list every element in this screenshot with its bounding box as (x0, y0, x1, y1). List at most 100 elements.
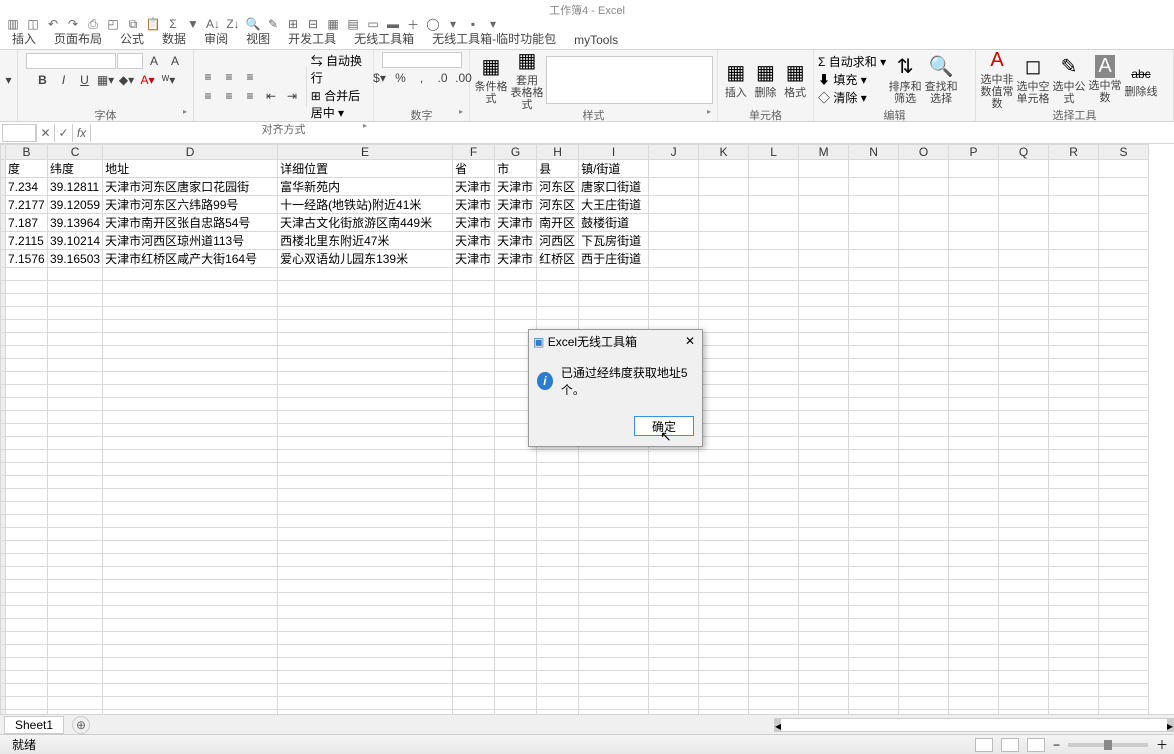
align-right-icon[interactable]: ≡ (240, 87, 260, 105)
data-cell[interactable]: 河东区 (537, 178, 579, 196)
find-select-button[interactable]: 🔍查找和选择 (924, 54, 958, 106)
col-header-O[interactable]: O (899, 145, 949, 160)
data-cell[interactable]: 南开区 (537, 214, 579, 232)
data-cell[interactable]: 爱心双语幼儿园东139米 (278, 250, 453, 268)
number-format-combo[interactable] (382, 52, 462, 68)
table-format-button[interactable]: ▦套用 表格格式 (510, 54, 544, 106)
col-header-M[interactable]: M (799, 145, 849, 160)
data-cell[interactable]: 天津古文化街旅游区南449米 (278, 214, 453, 232)
tab-pagelayout[interactable]: 页面布局 (46, 28, 110, 49)
font-color-button[interactable]: A▾ (138, 71, 158, 89)
tab-formulas[interactable]: 公式 (112, 28, 152, 49)
inc-decimal-icon[interactable]: .0 (433, 69, 453, 87)
phonetic-button[interactable]: ᵂ▾ (159, 71, 179, 89)
data-cell[interactable]: 7.234 (6, 178, 48, 196)
data-cell[interactable]: 39.16503 (48, 250, 103, 268)
data-cell[interactable]: 39.12811 (48, 178, 103, 196)
data-cell[interactable]: 7.187 (6, 214, 48, 232)
col-header-N[interactable]: N (849, 145, 899, 160)
sheet-tab-1[interactable]: Sheet1 (4, 716, 64, 734)
view-pagelayout-icon[interactable] (1001, 738, 1019, 752)
col-header-R[interactable]: R (1049, 145, 1099, 160)
format-cells-button[interactable]: ▦格式 (781, 54, 809, 106)
data-cell[interactable]: 西于庄街道 (579, 250, 649, 268)
align-left-icon[interactable]: ≡ (198, 87, 218, 105)
increase-font-icon[interactable]: A (144, 52, 164, 70)
zoom-out-button[interactable]: − (1053, 738, 1060, 752)
data-cell[interactable]: 红桥区 (537, 250, 579, 268)
data-cell[interactable]: 大王庄街道 (579, 196, 649, 214)
italic-button[interactable]: I (54, 71, 74, 89)
data-cell[interactable]: 西楼北里东附近47米 (278, 232, 453, 250)
sel-formula-button[interactable]: ✎选中公式 (1052, 54, 1086, 106)
header-cell[interactable]: 度 (6, 160, 48, 178)
align-center-icon[interactable]: ≡ (219, 87, 239, 105)
bold-button[interactable]: B (33, 71, 53, 89)
comma-icon[interactable]: , (412, 69, 432, 87)
sort-filter-button[interactable]: ⇅排序和筛选 (888, 54, 922, 106)
tab-view[interactable]: 视图 (238, 28, 278, 49)
header-cell[interactable]: 详细位置 (278, 160, 453, 178)
data-cell[interactable]: 7.2115 (6, 232, 48, 250)
col-header-S[interactable]: S (1099, 145, 1149, 160)
merge-center-button[interactable]: ⊞ 合并后居中 ▾ (311, 87, 369, 121)
indent-inc-icon[interactable]: ⇥ (282, 87, 302, 105)
fill-button[interactable]: ⬇ 填充 ▾ (818, 71, 886, 88)
font-family-combo[interactable] (26, 53, 116, 69)
data-cell[interactable]: 天津市 (495, 196, 537, 214)
zoom-slider[interactable] (1068, 743, 1148, 747)
name-box[interactable] (2, 124, 36, 142)
sel-const-button[interactable]: A选中常数 (1088, 54, 1122, 106)
col-header-B[interactable]: B (6, 145, 48, 160)
data-cell[interactable]: 7.2177 (6, 196, 48, 214)
header-cell[interactable]: 镇/街道 (579, 160, 649, 178)
header-cell[interactable]: 纬度 (48, 160, 103, 178)
data-cell[interactable]: 十一经路(地铁站)附近41米 (278, 196, 453, 214)
data-cell[interactable]: 7.1576 (6, 250, 48, 268)
tab-insert[interactable]: 插入 (4, 28, 44, 49)
enter-icon[interactable]: ✓ (54, 124, 72, 142)
data-cell[interactable]: 天津市 (453, 232, 495, 250)
underline-button[interactable]: U (75, 71, 95, 89)
header-cell[interactable]: 省 (453, 160, 495, 178)
col-header-H[interactable]: H (537, 145, 579, 160)
data-cell[interactable]: 天津市 (453, 196, 495, 214)
wrap-text-button[interactable]: ⇆ 自动换行 (311, 52, 369, 86)
indent-dec-icon[interactable]: ⇤ (261, 87, 281, 105)
sel-nonnum-button[interactable]: A选中非 数值常数 (980, 54, 1014, 106)
data-cell[interactable]: 天津市河东区唐家口花园街 (103, 178, 278, 196)
zoom-in-button[interactable]: ＋ (1156, 736, 1168, 753)
data-cell[interactable]: 富华新苑内 (278, 178, 453, 196)
add-sheet-button[interactable]: ⊕ (72, 716, 90, 734)
data-cell[interactable]: 鼓楼街道 (579, 214, 649, 232)
insert-cells-button[interactable]: ▦插入 (722, 54, 750, 106)
header-cell[interactable]: 地址 (103, 160, 278, 178)
sel-blank-button[interactable]: ◻选中空 单元格 (1016, 54, 1050, 106)
delete-cells-button[interactable]: ▦删除 (752, 54, 780, 106)
data-cell[interactable]: 河西区 (537, 232, 579, 250)
percent-icon[interactable]: % (391, 69, 411, 87)
header-cell[interactable]: 市 (495, 160, 537, 178)
data-cell[interactable]: 天津市河东区六纬路99号 (103, 196, 278, 214)
data-cell[interactable]: 天津市河西区琼州道113号 (103, 232, 278, 250)
data-cell[interactable]: 39.13964 (48, 214, 103, 232)
currency-icon[interactable]: $▾ (370, 69, 390, 87)
autosum-button[interactable]: Σ 自动求和 ▾ (818, 53, 886, 70)
data-cell[interactable]: 天津市 (495, 214, 537, 232)
data-cell[interactable]: 39.10214 (48, 232, 103, 250)
tab-devtools[interactable]: 开发工具 (280, 28, 344, 49)
col-header-F[interactable]: F (453, 145, 495, 160)
tab-mytools[interactable]: myTools (566, 31, 626, 49)
data-cell[interactable]: 下瓦房街道 (579, 232, 649, 250)
col-header-D[interactable]: D (103, 145, 278, 160)
col-header-J[interactable]: J (649, 145, 699, 160)
data-cell[interactable]: 天津市 (453, 178, 495, 196)
data-cell[interactable]: 39.12059 (48, 196, 103, 214)
data-cell[interactable]: 唐家口街道 (579, 178, 649, 196)
col-header-K[interactable]: K (699, 145, 749, 160)
view-normal-icon[interactable] (975, 738, 993, 752)
fill-color-button[interactable]: ◆▾ (117, 71, 137, 89)
horizontal-scrollbar[interactable]: ◂ ▸ (774, 718, 1174, 732)
font-size-combo[interactable] (117, 53, 143, 69)
data-cell[interactable]: 天津市南开区张自忠路54号 (103, 214, 278, 232)
